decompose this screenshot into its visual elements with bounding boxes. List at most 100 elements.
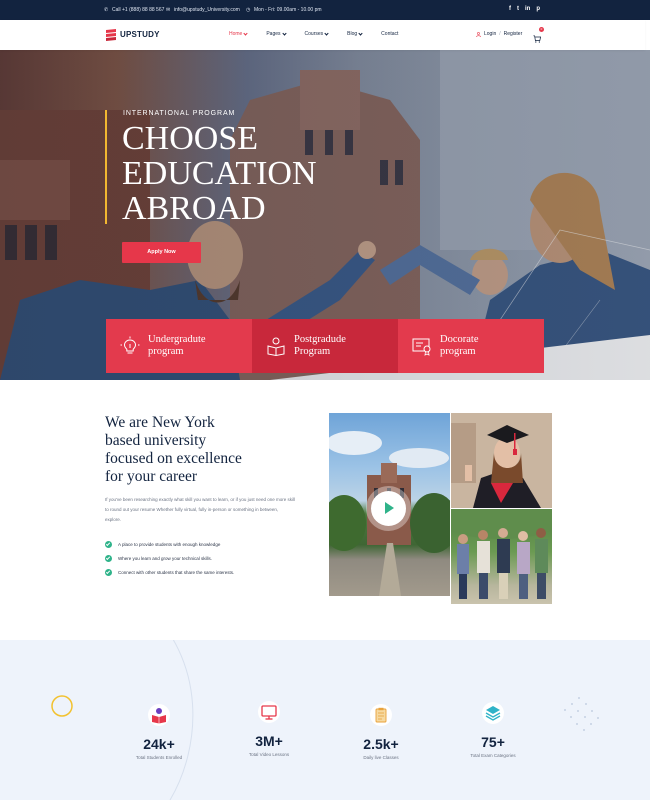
students-illustration bbox=[451, 509, 552, 599]
checklist-text: A place to provide students with enough … bbox=[118, 541, 221, 547]
stat-label: Total Video Lessons bbox=[248, 752, 290, 757]
program-label: Docorate program bbox=[440, 334, 478, 358]
play-icon bbox=[385, 502, 394, 514]
chevron-down-icon bbox=[358, 30, 363, 36]
hero-title-line: ABROAD bbox=[122, 190, 266, 227]
about-heading-line: focused on excellence bbox=[105, 450, 242, 467]
nav-contact-label: Contact bbox=[381, 31, 399, 37]
graduate-illustration bbox=[451, 413, 552, 508]
hero-accent-bar bbox=[105, 110, 107, 224]
social-links: f t in p bbox=[509, 6, 540, 12]
nav-courses-label: Courses bbox=[304, 31, 324, 37]
certificate-icon bbox=[412, 338, 431, 356]
monitor-icon bbox=[258, 701, 280, 723]
email-info[interactable]: ✉ info@upstudy_University.com bbox=[166, 7, 240, 13]
program-label: Postgradude Program bbox=[294, 334, 346, 358]
lightbulb-icon bbox=[120, 336, 140, 354]
layers-icon bbox=[482, 702, 504, 724]
stat-number: 24k+ bbox=[143, 736, 175, 752]
about-heading: We are New York based university focused… bbox=[105, 414, 305, 486]
stat-number: 75+ bbox=[481, 734, 505, 750]
mail-icon: ✉ bbox=[166, 6, 171, 13]
login-link[interactable]: Login bbox=[484, 31, 496, 37]
feature-checklist: A place to provide students with enough … bbox=[105, 537, 234, 579]
nav-home-label: Home bbox=[229, 31, 243, 37]
nav-contact[interactable]: Contact bbox=[381, 31, 398, 37]
chevron-down-icon bbox=[324, 30, 329, 36]
play-video-button[interactable] bbox=[371, 491, 406, 526]
email-text: info@upstudy_University.com bbox=[174, 7, 240, 13]
check-circle-icon bbox=[105, 568, 112, 576]
linkedin-icon[interactable]: in bbox=[525, 6, 530, 12]
stat-label: Total Students Enrolled bbox=[135, 755, 183, 760]
hero-title-line: EDUCATION bbox=[122, 155, 317, 192]
hero-kicker: INTERNATIONAL PROGRAM bbox=[123, 110, 236, 117]
main-nav: Home Pages Courses Blog Contact bbox=[229, 30, 417, 37]
auth-separator: / bbox=[499, 31, 501, 37]
brand-name: UPSTUDY bbox=[120, 30, 160, 39]
nav-pages-label: Pages bbox=[266, 31, 281, 37]
cart-button[interactable]: 0 bbox=[533, 27, 544, 43]
brand-logo[interactable]: UPSTUDY bbox=[105, 28, 160, 41]
graduate-photo bbox=[451, 413, 552, 508]
hours-info: ◷ Mon - Fri: 09.00am - 10.00 pm bbox=[246, 7, 322, 13]
stat-exam-categories: 75+ Total Exam Categories bbox=[448, 702, 538, 758]
page: ✆ Call +1 (888) 88 88 567 ✉ info@upstudy… bbox=[0, 0, 650, 800]
nav-pages[interactable]: Pages bbox=[266, 30, 287, 37]
program-label-line: program bbox=[148, 346, 184, 357]
program-label: Undergradute program bbox=[148, 334, 206, 358]
chevron-down-icon bbox=[243, 30, 248, 36]
nav-blog[interactable]: Blog bbox=[347, 30, 363, 37]
apply-now-button[interactable]: Apply Now bbox=[122, 242, 201, 263]
about-description: If you've been researching exactly what … bbox=[105, 497, 295, 522]
nav-blog-label: Blog bbox=[347, 31, 358, 37]
program-label-line: Postgradude bbox=[294, 334, 346, 345]
logo-icon bbox=[106, 29, 116, 41]
program-label-line: program bbox=[440, 346, 476, 357]
cart-icon bbox=[533, 35, 542, 43]
register-link[interactable]: Register bbox=[504, 31, 523, 37]
phone-icon: ✆ bbox=[104, 6, 109, 13]
hero-title: CHOOSE EDUCATION ABROAD bbox=[122, 121, 382, 226]
top-info-bar: ✆ Call +1 (888) 88 88 567 ✉ info@upstudy… bbox=[0, 0, 650, 20]
program-label-line: Program bbox=[294, 346, 331, 357]
phone-info[interactable]: ✆ Call +1 (888) 88 88 567 bbox=[104, 7, 164, 13]
pinterest-icon[interactable]: p bbox=[536, 6, 540, 12]
student-reading-icon bbox=[148, 704, 170, 726]
stat-number: 2.5k+ bbox=[363, 736, 399, 752]
stat-label: Daily live Classes bbox=[363, 755, 399, 760]
check-circle-icon bbox=[105, 540, 112, 548]
cart-count-badge: 0 bbox=[539, 27, 544, 32]
checklist-item: Connect with other students that share t… bbox=[105, 565, 234, 579]
program-card-undergraduate[interactable]: Undergradute program bbox=[106, 319, 252, 373]
nav-home[interactable]: Home bbox=[229, 30, 248, 37]
program-card-postgraduate[interactable]: Postgradude Program bbox=[252, 319, 398, 373]
phone-text: Call +1 (888) 88 88 567 bbox=[112, 7, 165, 13]
about-heading-line: based university bbox=[105, 432, 207, 449]
auth-links: Login / Register bbox=[476, 31, 522, 37]
nav-courses[interactable]: Courses bbox=[304, 30, 329, 37]
stat-number: 3M+ bbox=[255, 733, 283, 749]
checklist-item: A place to provide students with enough … bbox=[105, 537, 234, 551]
stat-video-lessons: 3M+ Total Video Lessons bbox=[224, 701, 314, 757]
clipboard-icon bbox=[370, 704, 392, 726]
about-heading-line: We are New York bbox=[105, 414, 215, 431]
chevron-down-icon bbox=[281, 30, 287, 36]
hours-text: Mon - Fri: 09.00am - 10.00 pm bbox=[254, 7, 322, 13]
reader-icon bbox=[267, 337, 285, 356]
about-heading-line: for your career bbox=[105, 468, 198, 485]
program-label-line: Docorate bbox=[440, 334, 479, 345]
facebook-icon[interactable]: f bbox=[509, 6, 511, 12]
clock-icon: ◷ bbox=[246, 6, 251, 13]
user-icon bbox=[476, 31, 481, 37]
checklist-text: Where you learn and grow your technical … bbox=[118, 555, 213, 561]
twitter-icon[interactable]: t bbox=[517, 6, 519, 12]
program-card-doctorate[interactable]: Docorate program bbox=[398, 319, 544, 373]
stat-students: 24k+ Total Students Enrolled bbox=[114, 704, 204, 760]
main-header: UPSTUDY Home Pages Courses Blog Contact bbox=[0, 20, 645, 50]
stats-section bbox=[0, 599, 650, 800]
checklist-text: Connect with other students that share t… bbox=[118, 569, 235, 575]
check-circle-icon bbox=[105, 554, 112, 562]
program-cards: Undergradute program Postgradude Program bbox=[106, 319, 544, 373]
students-photo bbox=[451, 509, 552, 604]
